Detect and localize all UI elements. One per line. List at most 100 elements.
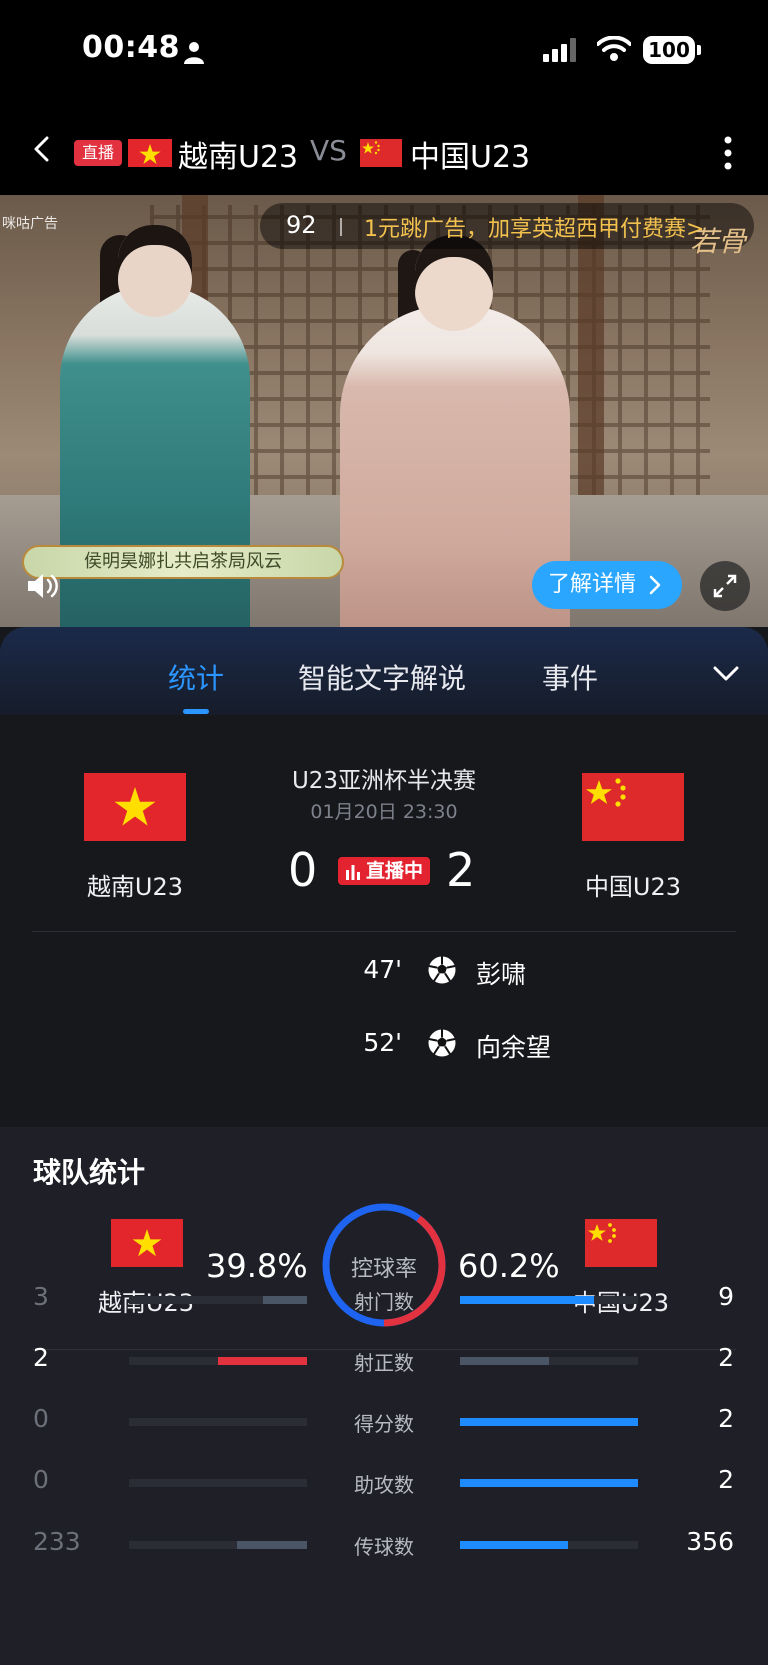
- possession-label: 控球率: [350, 1257, 417, 1282]
- video-figure-head: [118, 225, 192, 317]
- ad-label: 咪咕广告: [2, 216, 58, 232]
- learn-more-label: 了解详情: [548, 572, 637, 597]
- stat-bar-fill-team-b: [460, 1541, 568, 1549]
- person-icon: [184, 42, 204, 64]
- status-time: 00:48: [82, 30, 180, 65]
- stat-row: 3 射门数 9: [0, 1282, 768, 1322]
- stat-value-team-a: 2: [33, 1343, 49, 1372]
- stat-value-team-a: 233: [33, 1527, 81, 1556]
- header-team-b: 中国U23: [410, 140, 531, 175]
- chevron-right-icon: [649, 575, 661, 595]
- stat-label: 射门数: [354, 1290, 414, 1314]
- stat-bar-team-b: [460, 1479, 638, 1487]
- soccer-ball-icon: [428, 956, 456, 984]
- ad-separator: [340, 218, 342, 236]
- goal-minute: 52': [363, 1028, 402, 1057]
- stat-bar-fill-team-a: [262, 1296, 307, 1304]
- back-arrow-icon[interactable]: [30, 136, 56, 162]
- ad-countdown: 92: [286, 211, 317, 239]
- team-a-flag-icon: [84, 773, 186, 841]
- tab-events[interactable]: 事件: [542, 657, 598, 697]
- stat-bar-team-a: [129, 1541, 307, 1549]
- kickoff-time: 01月20日 23:30: [310, 801, 458, 823]
- stat-bar-fill-team-b: [460, 1418, 638, 1426]
- fullscreen-icon: [713, 574, 737, 598]
- stat-label: 传球数: [354, 1535, 414, 1559]
- match-card: 越南U23 中国U23 U23亚洲杯半决赛 01月20日 23:30 0 直播中…: [0, 715, 768, 1127]
- video-figure-head: [415, 235, 493, 331]
- team-stats-panel: 球队统计 越南U23 39.8% 控球率 60.2% 中国U23 3射门数92射…: [0, 1127, 768, 1665]
- team-b-possession: 60.2%: [458, 1247, 560, 1285]
- stat-bar-team-a: [129, 1479, 307, 1487]
- stat-row: 2 射正数 2: [0, 1343, 768, 1383]
- competition-name: U23亚洲杯半决赛: [291, 768, 477, 794]
- stat-value-team-b: 356: [686, 1527, 734, 1556]
- team-b-flag-icon: [582, 773, 684, 841]
- stat-bar-team-b: [460, 1541, 638, 1549]
- goal-minute: 47': [363, 955, 402, 984]
- goal-scorer: 彭啸: [476, 960, 527, 989]
- stat-bar-fill-team-b: [460, 1357, 549, 1365]
- team-b-score: 2: [446, 843, 476, 897]
- goal-scorer: 向余望: [476, 1033, 552, 1062]
- video-player[interactable]: 咪咕广告 92 1元跳广告，加享英超西甲付费赛> 若骨 侯明昊娜扎共启茶局风云 …: [0, 195, 768, 627]
- status-bar: 00:48 100: [0, 0, 768, 100]
- chevron-down-icon[interactable]: [712, 665, 740, 683]
- team-b-name: 中国U23: [584, 873, 682, 901]
- live-badge: 直播: [74, 140, 122, 166]
- battery-indicator: 100: [643, 36, 695, 64]
- soccer-ball-icon: [428, 1029, 456, 1057]
- stat-label: 射正数: [354, 1351, 414, 1375]
- stat-row: 0 助攻数 2: [0, 1465, 768, 1505]
- stat-row: 233 传球数 356: [0, 1527, 768, 1567]
- team-a-possession: 39.8%: [206, 1247, 308, 1285]
- team-stats-title: 球队统计: [33, 1156, 146, 1189]
- stat-row: 0 得分数 2: [0, 1404, 768, 1444]
- promo-banner: 侯明昊娜扎共启茶局风云: [22, 545, 344, 579]
- stat-label: 得分数: [354, 1412, 414, 1436]
- drama-logo: 若骨: [689, 225, 746, 258]
- wifi-icon: [597, 36, 631, 61]
- volume-icon[interactable]: [26, 571, 60, 601]
- stat-bar-team-b: [460, 1418, 638, 1426]
- stat-bar-team-a: [129, 1357, 307, 1365]
- team-b-flag-icon: [585, 1219, 657, 1267]
- battery-tip: [697, 45, 701, 55]
- tab-bar: 统计 智能文字解说 事件: [0, 627, 768, 715]
- stat-value-team-b: 2: [718, 1404, 734, 1433]
- china-flag-icon: [360, 139, 402, 167]
- stat-value-team-b: 9: [718, 1282, 734, 1311]
- stat-bar-fill-team-a: [236, 1541, 307, 1549]
- match-divider: [32, 931, 736, 932]
- tab-text-commentary[interactable]: 智能文字解说: [298, 657, 466, 697]
- vietnam-flag-icon: [128, 139, 172, 167]
- stat-label: 助攻数: [354, 1473, 414, 1497]
- team-a-flag-icon: [111, 1219, 183, 1267]
- header-vs: VS: [310, 134, 347, 167]
- stat-value-team-a: 3: [33, 1282, 49, 1311]
- stat-bar-team-a: [129, 1418, 307, 1426]
- live-status-label: 直播中: [366, 860, 424, 882]
- stat-value-team-a: 0: [33, 1465, 49, 1494]
- stat-bar-team-b: [460, 1296, 638, 1304]
- stat-value-team-b: 2: [718, 1343, 734, 1372]
- stat-bar-team-b: [460, 1357, 638, 1365]
- fullscreen-button[interactable]: [700, 561, 750, 611]
- active-tab-indicator: [183, 709, 209, 714]
- team-a-score: 0: [288, 843, 318, 897]
- signal-icon: [543, 38, 576, 62]
- tab-stats[interactable]: 统计: [168, 657, 224, 697]
- ad-skip-offer[interactable]: 1元跳广告，加享英超西甲付费赛>: [364, 211, 704, 243]
- more-options-icon[interactable]: [723, 136, 733, 170]
- stat-value-team-b: 2: [718, 1465, 734, 1494]
- stat-value-team-a: 0: [33, 1404, 49, 1433]
- stat-bar-team-a: [129, 1296, 307, 1304]
- match-header: 直播 越南U23 VS 中国U23: [0, 100, 768, 195]
- live-bars-icon: [346, 865, 360, 880]
- header-team-a: 越南U23: [178, 140, 299, 175]
- stat-bar-fill-team-a: [218, 1357, 307, 1365]
- team-a-name: 越南U23: [86, 873, 184, 901]
- match-page: 00:48 100 直播 越南U23 VS 中国U23 咪咕广告 92 1元跳广…: [0, 0, 768, 1665]
- stat-bar-fill-team-b: [460, 1479, 638, 1487]
- stat-bar-fill-team-b: [460, 1296, 594, 1304]
